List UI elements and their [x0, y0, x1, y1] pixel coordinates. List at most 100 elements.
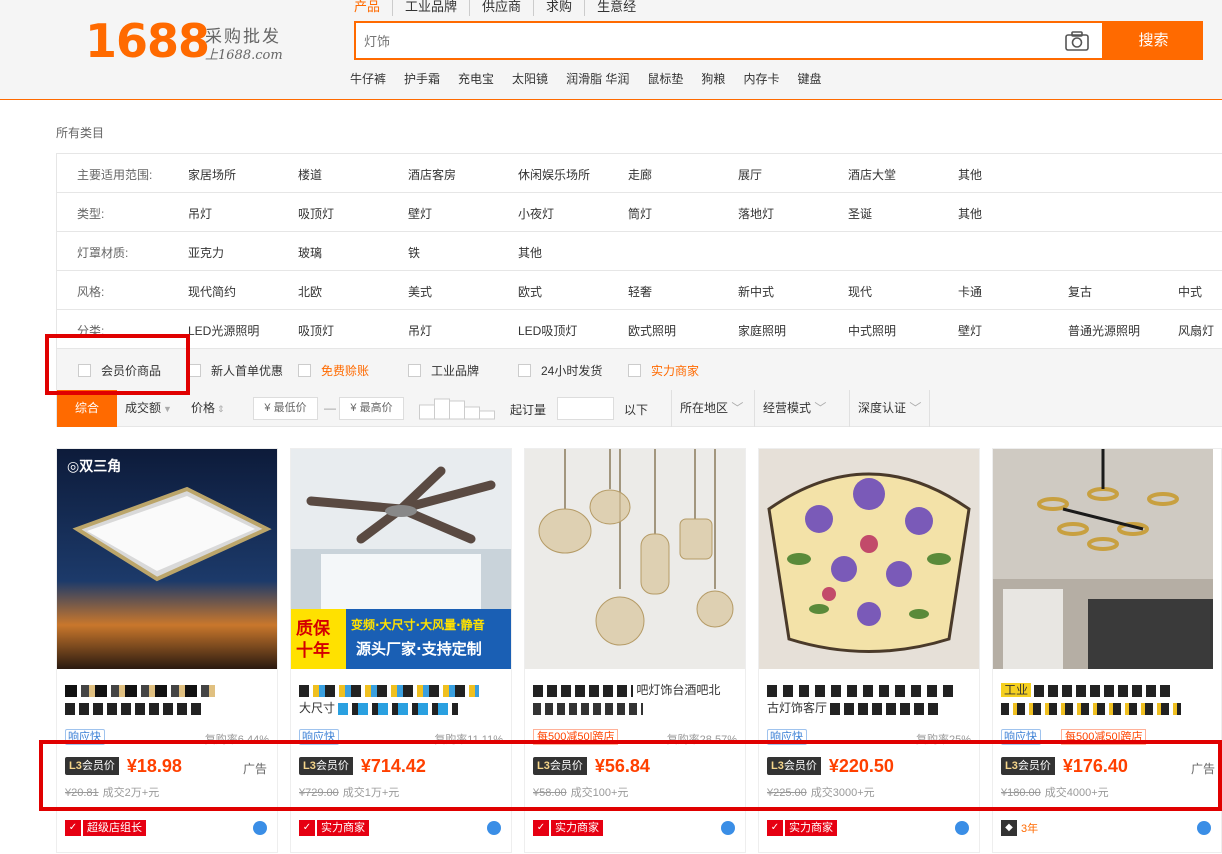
- filter-option[interactable]: 酒店客房: [408, 166, 456, 183]
- redacted-text: [338, 702, 459, 715]
- logo[interactable]: 1688 采购批发 上1688.com: [85, 14, 305, 74]
- filter-option[interactable]: 其他: [958, 205, 982, 222]
- region-dropdown[interactable]: 所在地区 ﹀: [671, 390, 751, 427]
- ship-24h-checkbox[interactable]: 24小时发货: [518, 362, 602, 379]
- shop-info[interactable]: ✓ 实力商家: [533, 819, 603, 837]
- filter-option[interactable]: 中式照明: [848, 322, 896, 339]
- shop-info[interactable]: ✓ 超级店组长: [65, 819, 146, 837]
- all-categories-label[interactable]: 所有类目: [56, 124, 104, 141]
- filter-option[interactable]: 小夜灯: [518, 205, 554, 222]
- tab-request[interactable]: 求购: [533, 0, 584, 16]
- checkbox-box[interactable]: [408, 364, 421, 377]
- filter-option[interactable]: 亚克力: [188, 244, 224, 261]
- filter-option[interactable]: 其他: [958, 166, 982, 183]
- filter-option[interactable]: 休闲娱乐场所: [518, 166, 590, 183]
- chat-icon[interactable]: [487, 821, 501, 835]
- product-title[interactable]: 吧灯饰台酒吧北: [533, 681, 739, 721]
- tab-supplier[interactable]: 供应商: [469, 0, 533, 16]
- filter-option[interactable]: LED光源照明: [188, 322, 259, 339]
- search-button[interactable]: 搜索: [1104, 21, 1203, 60]
- hot-word[interactable]: 太阳镜: [512, 70, 548, 87]
- hot-word[interactable]: 狗粮: [701, 70, 725, 87]
- product-title[interactable]: 大尺寸: [299, 681, 505, 721]
- filter-option[interactable]: 风扇灯: [1178, 322, 1214, 339]
- product-image[interactable]: ◎双三角: [57, 449, 277, 669]
- chat-icon[interactable]: [721, 821, 735, 835]
- filter-option[interactable]: 欧式: [518, 283, 542, 300]
- filter-option[interactable]: 吊灯: [188, 205, 212, 222]
- product-title[interactable]: 工业: [1001, 681, 1207, 721]
- hot-word[interactable]: 内存卡: [743, 70, 779, 87]
- filter-option[interactable]: 壁灯: [958, 322, 982, 339]
- shop-info[interactable]: ✓ 实力商家: [767, 819, 837, 837]
- filter-option[interactable]: 家庭照明: [738, 322, 786, 339]
- filter-option[interactable]: 壁灯: [408, 205, 432, 222]
- industrial-brand-checkbox[interactable]: 工业品牌: [408, 362, 479, 379]
- filter-option[interactable]: 现代: [848, 283, 872, 300]
- hot-word[interactable]: 润滑脂 华润: [566, 70, 629, 87]
- filter-option[interactable]: 复古: [1068, 283, 1092, 300]
- checkbox-box[interactable]: [628, 364, 641, 377]
- filter-option[interactable]: 楼道: [298, 166, 322, 183]
- filter-option[interactable]: 卡通: [958, 283, 982, 300]
- hot-word[interactable]: 充电宝: [458, 70, 494, 87]
- chat-icon[interactable]: [1197, 821, 1211, 835]
- filter-option[interactable]: 筒灯: [628, 205, 652, 222]
- shop-info[interactable]: ✓ 实力商家: [299, 819, 369, 837]
- filter-option[interactable]: 美式: [408, 283, 432, 300]
- tab-business[interactable]: 生意经: [584, 0, 648, 16]
- search-input[interactable]: [364, 31, 1044, 51]
- filter-option[interactable]: 玻璃: [298, 244, 322, 261]
- checkbox-box[interactable]: [298, 364, 311, 377]
- filter-option[interactable]: 轻奢: [628, 283, 652, 300]
- filter-option[interactable]: 吸顶灯: [298, 205, 334, 222]
- chat-icon[interactable]: [253, 821, 267, 835]
- hot-word[interactable]: 护手霜: [404, 70, 440, 87]
- hot-word[interactable]: 牛仔裤: [350, 70, 386, 87]
- product-image[interactable]: 质保 十年 变频·大尺寸·大风量·静音 源头厂家·支持定制: [291, 449, 511, 669]
- sort-turnover-tab[interactable]: 成交额 ▼: [125, 390, 172, 427]
- product-title[interactable]: 古灯饰客厅: [767, 681, 973, 721]
- filter-option[interactable]: 其他: [518, 244, 542, 261]
- chat-icon[interactable]: [955, 821, 969, 835]
- filter-option[interactable]: 新中式: [738, 283, 774, 300]
- sort-price-tab[interactable]: 价格 ⇕: [191, 390, 225, 427]
- filter-option[interactable]: 家居场所: [188, 166, 236, 183]
- product-image[interactable]: [525, 449, 745, 669]
- filter-option[interactable]: 中式: [1178, 283, 1202, 300]
- shop-info[interactable]: ◆ 3年: [1001, 819, 1038, 837]
- business-mode-dropdown[interactable]: 经营模式 ﹀: [754, 390, 834, 427]
- filter-option[interactable]: 欧式照明: [628, 322, 676, 339]
- product-image[interactable]: [759, 449, 979, 669]
- filter-option[interactable]: 展厅: [738, 166, 762, 183]
- filter-option[interactable]: 铁: [408, 244, 420, 261]
- checkbox-box[interactable]: [518, 364, 531, 377]
- filter-option[interactable]: 圣诞: [848, 205, 872, 222]
- max-price-input[interactable]: ¥ 最高价: [339, 397, 404, 420]
- filter-option[interactable]: 普通光源照明: [1068, 322, 1140, 339]
- tab-industrial-brand[interactable]: 工业品牌: [392, 0, 469, 16]
- filter-option[interactable]: 落地灯: [738, 205, 774, 222]
- filter-option[interactable]: LED吸顶灯: [518, 322, 577, 339]
- product-image[interactable]: [993, 449, 1213, 669]
- filter-option[interactable]: 现代简约: [188, 283, 236, 300]
- strong-merchant-checkbox[interactable]: 实力商家: [628, 362, 699, 379]
- free-credit-checkbox[interactable]: 免费赊账: [298, 362, 369, 379]
- filter-option[interactable]: 吸顶灯: [298, 322, 334, 339]
- new-user-discount-checkbox[interactable]: 新人首单优惠: [188, 362, 283, 379]
- filter-option[interactable]: 吊灯: [408, 322, 432, 339]
- sort-default-tab[interactable]: 综合: [57, 390, 117, 427]
- filter-option[interactable]: 走廊: [628, 166, 652, 183]
- filter-row-type: 类型: 吊灯 吸顶灯 壁灯 小夜灯 筒灯 落地灯 圣诞 其他: [57, 193, 1222, 232]
- certification-dropdown[interactable]: 深度认证 ﹀: [849, 390, 931, 427]
- camera-icon[interactable]: [1064, 30, 1090, 52]
- filter-option[interactable]: 北欧: [298, 283, 322, 300]
- hot-word[interactable]: 鼠标垫: [647, 70, 683, 87]
- min-price-input[interactable]: ¥ 最低价: [253, 397, 318, 420]
- tab-product[interactable]: 产品: [354, 0, 392, 16]
- filter-option[interactable]: 酒店大堂: [848, 166, 896, 183]
- hot-word[interactable]: 键盘: [797, 70, 821, 87]
- price-distribution-icon[interactable]: [419, 397, 495, 420]
- moq-input[interactable]: [557, 397, 614, 420]
- product-title[interactable]: [65, 681, 271, 721]
